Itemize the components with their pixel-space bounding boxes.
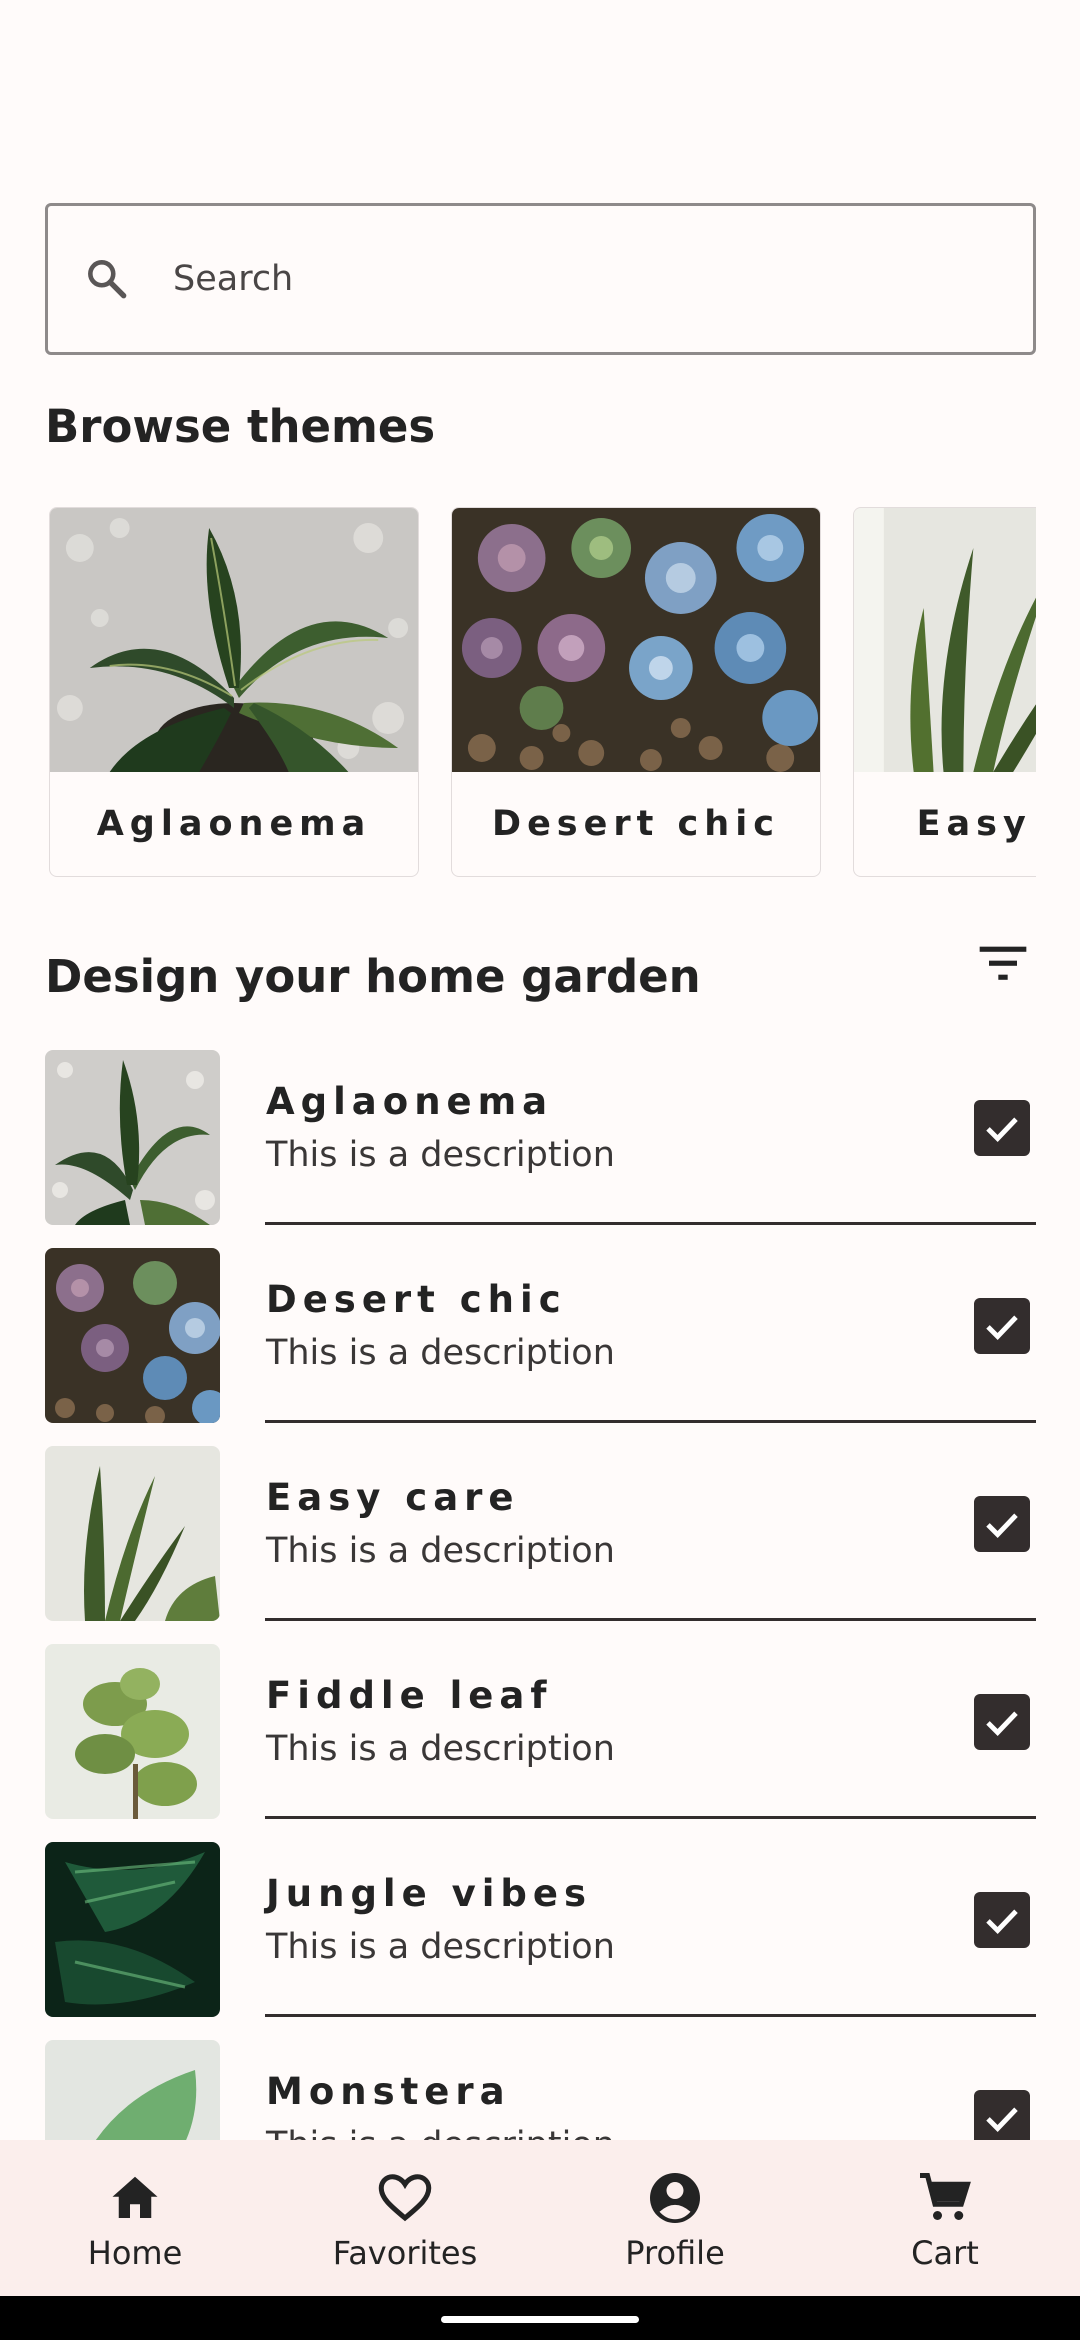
themes-carousel[interactable]: Aglaonema Desert chic Easy — [45, 505, 1036, 880]
aglaonema-thumbnail — [45, 1050, 220, 1225]
theme-card-desert-chic[interactable]: Desert chic — [451, 507, 821, 877]
easy-care-thumbnail — [45, 1446, 220, 1621]
item-name: Fiddle leaf — [266, 1674, 553, 1717]
item-name: Jungle vibes — [266, 1872, 592, 1915]
list-item[interactable]: Desert chic This is a description — [45, 1248, 1036, 1446]
nav-home[interactable]: Home — [0, 2140, 270, 2296]
theme-label: Easy care — [916, 804, 1036, 844]
list-item[interactable]: Easy care This is a description — [45, 1446, 1036, 1644]
jungle-vibes-thumbnail — [45, 1842, 220, 2017]
bottom-navigation: Home Favorites Profile Cart — [0, 2140, 1080, 2296]
fiddle-leaf-thumbnail — [45, 1644, 220, 1819]
check-icon — [986, 2107, 1018, 2133]
item-checkbox[interactable] — [974, 1892, 1030, 1948]
browse-themes-title: Browse themes — [45, 400, 436, 453]
home-icon — [112, 2176, 158, 2218]
account-icon — [650, 2173, 700, 2223]
item-description: This is a description — [266, 1927, 615, 1967]
theme-label: Desert chic — [492, 804, 780, 844]
nav-label: Home — [87, 2234, 183, 2272]
divider — [265, 1222, 1036, 1225]
heart-icon — [378, 2174, 432, 2222]
item-name: Desert chic — [266, 1278, 567, 1321]
item-checkbox[interactable] — [974, 1100, 1030, 1156]
aglaonema-image — [50, 508, 418, 772]
nav-label: Favorites — [332, 2234, 478, 2272]
desert-chic-image — [452, 508, 820, 772]
item-description: This is a description — [266, 1531, 615, 1571]
check-icon — [986, 1711, 1018, 1737]
divider — [265, 2014, 1036, 2017]
nav-favorites[interactable]: Favorites — [270, 2140, 540, 2296]
divider — [265, 1420, 1036, 1423]
check-icon — [986, 1117, 1018, 1143]
status-bar-area — [0, 0, 1080, 200]
search-input[interactable] — [173, 206, 993, 352]
list-item[interactable]: Jungle vibes This is a description — [45, 1842, 1036, 2040]
item-checkbox[interactable] — [974, 1298, 1030, 1354]
item-description: This is a description — [266, 1333, 615, 1373]
list-item[interactable]: Monstera This is a description — [45, 2040, 1036, 2140]
search-field[interactable] — [45, 203, 1036, 355]
design-garden-title: Design your home garden — [45, 950, 701, 1003]
home-gesture-handle[interactable] — [441, 2316, 639, 2323]
monstera-thumbnail — [45, 2040, 220, 2140]
theme-card-easy-care[interactable]: Easy care — [853, 507, 1036, 877]
list-item[interactable]: Fiddle leaf This is a description — [45, 1644, 1036, 1842]
plant-list[interactable]: Aglaonema This is a description Desert c… — [45, 1050, 1036, 2140]
item-name: Easy care — [266, 1476, 520, 1519]
item-description: This is a description — [266, 2125, 615, 2140]
divider — [265, 1816, 1036, 1819]
desert-chic-thumbnail — [45, 1248, 220, 1423]
item-description: This is a description — [266, 1729, 615, 1769]
divider — [265, 1618, 1036, 1621]
easy-care-image — [854, 508, 1036, 772]
theme-label: Aglaonema — [96, 804, 372, 844]
item-checkbox[interactable] — [974, 2090, 1030, 2140]
item-description: This is a description — [266, 1135, 615, 1175]
filter-icon[interactable] — [975, 935, 1031, 991]
theme-card-aglaonema[interactable]: Aglaonema — [49, 507, 419, 877]
item-checkbox[interactable] — [974, 1496, 1030, 1552]
nav-label: Profile — [625, 2234, 725, 2272]
item-name: Aglaonema — [266, 1080, 554, 1123]
search-icon — [88, 260, 127, 299]
nav-cart[interactable]: Cart — [810, 2140, 1080, 2296]
check-icon — [986, 1909, 1018, 1935]
system-gesture-bar — [0, 2296, 1080, 2340]
item-checkbox[interactable] — [974, 1694, 1030, 1750]
list-item[interactable]: Aglaonema This is a description — [45, 1050, 1036, 1248]
nav-label: Cart — [911, 2234, 979, 2272]
cart-icon — [920, 2173, 971, 2220]
check-icon — [986, 1315, 1018, 1341]
item-name: Monstera — [266, 2070, 511, 2113]
check-icon — [986, 1513, 1018, 1539]
nav-profile[interactable]: Profile — [540, 2140, 810, 2296]
